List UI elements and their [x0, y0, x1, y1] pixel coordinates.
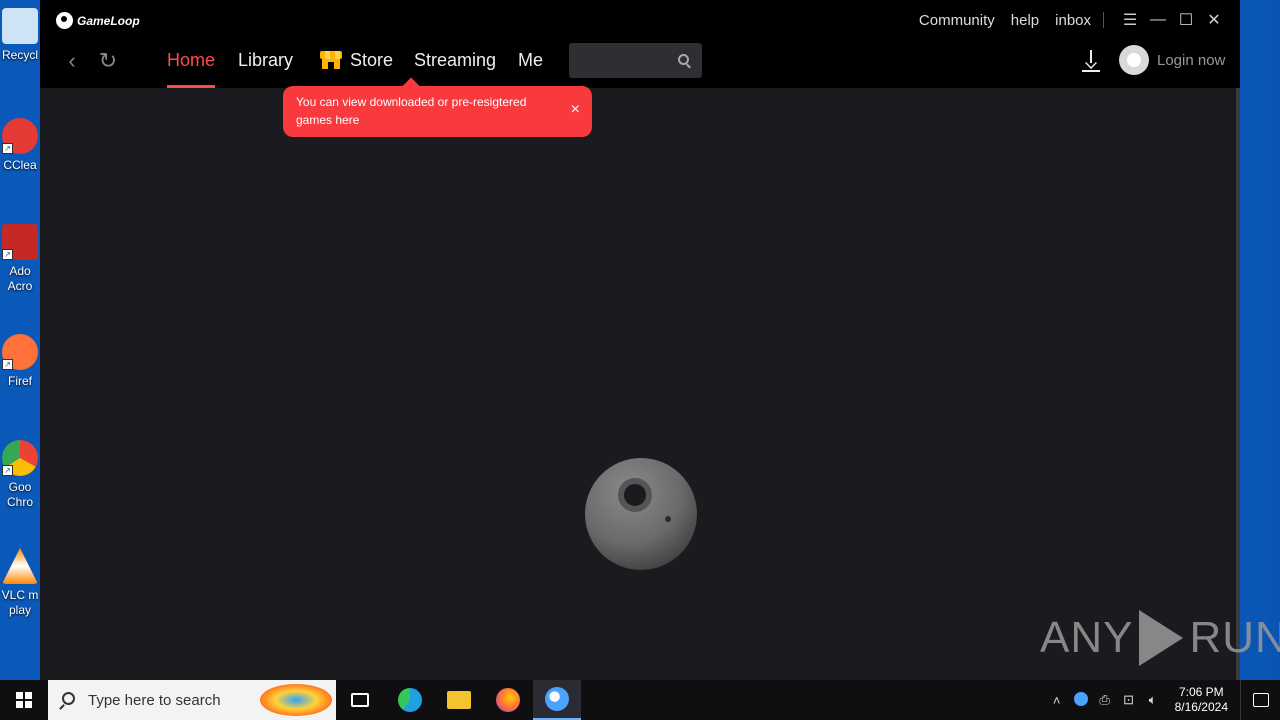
tab-streaming[interactable]: Streaming — [414, 40, 496, 88]
desktop-icon-google-chrome[interactable]: ↗ Goo Chro — [0, 440, 40, 510]
gameloop-icon — [545, 687, 569, 711]
maximize-button[interactable]: ☐ — [1172, 6, 1200, 34]
title-bar-actions: Community help inbox ☰ — ☐ ✕ — [919, 0, 1228, 40]
desktop-icon-label: VLC m play — [1, 588, 39, 617]
watermark-left: ANY — [1040, 613, 1134, 662]
tooltip-close-button[interactable]: × — [571, 102, 580, 118]
divider — [1103, 12, 1104, 28]
gameloop-window: GameLoop Community help inbox ☰ — ☐ ✕ ‹ … — [40, 0, 1240, 680]
loading-spinner-icon — [585, 458, 697, 570]
search-icon[interactable] — [678, 54, 689, 65]
login-link[interactable]: Login now — [1157, 52, 1225, 69]
firefox-icon: ↗ — [2, 334, 38, 370]
system-tray: ˄ ⎙ ⊡ 🔈︎ 7:06 PM 8/16/2024 — [1045, 680, 1280, 720]
desktop-icon-label: CClea — [3, 158, 37, 172]
gameloop-logo-icon — [56, 12, 73, 29]
edge-icon — [398, 688, 422, 712]
device-icon[interactable]: ⎙ — [1093, 692, 1117, 708]
chevron-up-icon[interactable]: ˄ — [1045, 693, 1069, 708]
search-icon — [62, 692, 75, 705]
back-button[interactable]: ‹ — [60, 50, 84, 74]
vlc-icon — [2, 548, 38, 584]
taskbar-gameloop[interactable] — [533, 680, 581, 720]
firefox-icon — [496, 688, 520, 712]
chrome-icon: ↗ — [2, 440, 38, 476]
desktop-icon-ccleaner[interactable]: ↗ CClea — [0, 118, 40, 173]
menu-icon[interactable]: ☰ — [1116, 6, 1144, 34]
clock-date: 8/16/2024 — [1174, 700, 1228, 714]
task-view-button[interactable] — [336, 680, 384, 720]
watermark-right: RUN — [1189, 613, 1280, 662]
minimize-button[interactable]: — — [1144, 6, 1172, 34]
tab-store-label: Store — [350, 50, 394, 70]
logo-text: GameLoop — [77, 13, 140, 28]
anyrun-watermark: ANY RUN — [1040, 610, 1280, 666]
clock-time: 7:06 PM — [1178, 685, 1224, 699]
taskbar-search-placeholder: Type here to search — [88, 692, 221, 709]
ccleaner-icon: ↗ — [2, 118, 38, 154]
network-icon[interactable]: ⊡ — [1117, 692, 1141, 708]
search-input[interactable] — [577, 51, 667, 71]
desktop-icon-adobe-acrobat[interactable]: ↗ Ado Acro — [0, 224, 40, 294]
community-link[interactable]: Community — [919, 12, 995, 29]
tab-me[interactable]: Me — [518, 40, 543, 88]
taskbar-firefox[interactable] — [484, 680, 532, 720]
tab-library[interactable]: Library — [238, 40, 293, 88]
tooltip-text: You can view downloaded or pre-resigtere… — [296, 95, 527, 127]
taskbar-search[interactable]: Type here to search — [48, 680, 336, 720]
avatar[interactable] — [1119, 45, 1149, 75]
tab-store[interactable]: Store — [320, 40, 393, 88]
file-explorer-icon — [447, 691, 471, 709]
recycle-bin-icon — [2, 8, 38, 44]
desktop-icon-label: Firef — [8, 374, 32, 388]
title-bar: GameLoop Community help inbox ☰ — ☐ ✕ — [40, 0, 1240, 40]
nav-bar: ‹ ↻ Home Library Store Streaming Me Logi… — [40, 40, 1240, 88]
notification-button[interactable] — [1240, 680, 1280, 720]
desktop-icon-label: Goo Chro — [6, 480, 33, 509]
clock[interactable]: 7:06 PM 8/16/2024 — [1175, 685, 1228, 715]
gameloop-logo: GameLoop — [56, 12, 140, 29]
gameloop-tray-icon[interactable] — [1069, 691, 1093, 709]
windows-icon — [16, 692, 32, 708]
play-icon — [1139, 610, 1184, 666]
download-icon[interactable] — [1081, 50, 1101, 72]
adobe-acrobat-icon: ↗ — [2, 224, 38, 260]
inbox-link[interactable]: inbox — [1055, 12, 1091, 29]
taskbar-edge[interactable] — [386, 680, 434, 720]
taskbar: Type here to search ˄ ⎙ ⊡ 🔈︎ 7:06 PM 8/1… — [0, 680, 1280, 720]
scrollbar[interactable] — [1236, 88, 1240, 680]
search-box — [569, 43, 702, 78]
notification-icon — [1252, 693, 1269, 707]
task-view-icon — [351, 693, 369, 707]
desktop-icon-recycle-bin[interactable]: Recycl — [0, 8, 40, 63]
refresh-button[interactable]: ↻ — [96, 50, 120, 74]
tab-home[interactable]: Home — [167, 40, 216, 88]
desktop-icon-vlc[interactable]: VLC m play — [0, 548, 40, 618]
main-content — [40, 88, 1236, 680]
volume-icon[interactable]: 🔈︎ — [1141, 692, 1165, 708]
search-highlight-icon — [260, 684, 332, 716]
desktop-icon-firefox[interactable]: ↗ Firef — [0, 334, 40, 389]
desktop-icon-label: Ado Acro — [7, 264, 33, 293]
start-button[interactable] — [0, 680, 48, 720]
taskbar-file-explorer[interactable] — [435, 680, 483, 720]
close-button[interactable]: ✕ — [1200, 6, 1228, 34]
help-link[interactable]: help — [1011, 12, 1039, 29]
desktop-icon-label: Recycl — [1, 48, 38, 62]
library-tooltip: You can view downloaded or pre-resigtere… — [283, 86, 592, 137]
store-icon — [320, 51, 342, 69]
